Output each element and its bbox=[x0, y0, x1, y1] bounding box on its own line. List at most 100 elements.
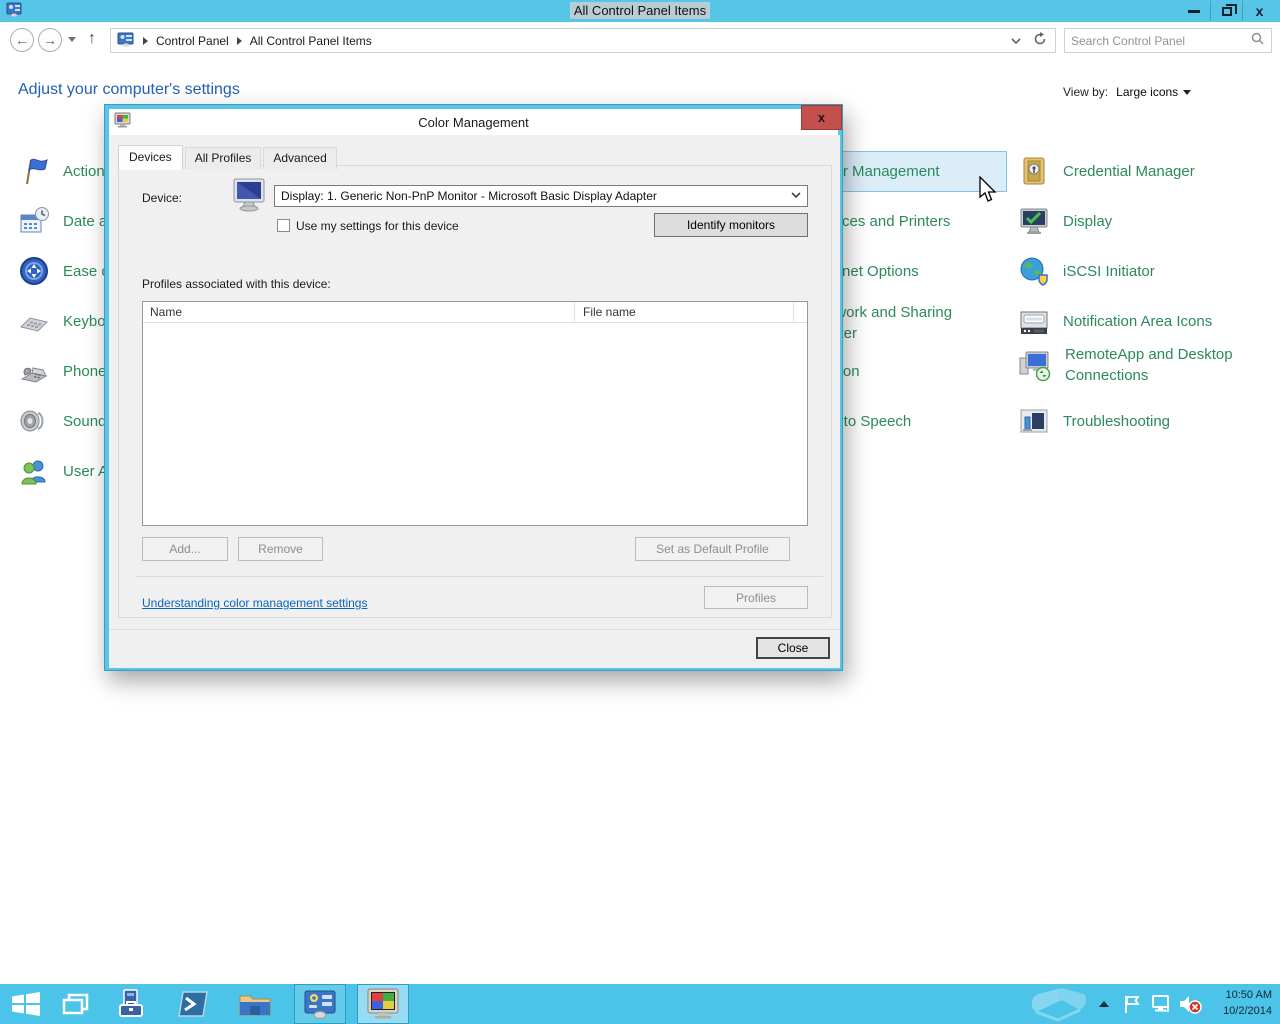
page-title: Adjust your computer's settings bbox=[18, 81, 240, 98]
view-by-label: View by: bbox=[1063, 85, 1109, 99]
tab-advanced[interactable]: Advanced bbox=[263, 147, 337, 169]
column-name[interactable]: Name bbox=[143, 302, 575, 322]
close-icon: x bbox=[817, 110, 826, 125]
windows-logo-icon bbox=[12, 992, 40, 1016]
recent-pages-dropdown[interactable] bbox=[68, 37, 76, 42]
search-box[interactable] bbox=[1064, 28, 1272, 53]
cp-item-label[interactable]: Notification Area Icons bbox=[1063, 313, 1212, 330]
use-my-settings-checkbox[interactable] bbox=[277, 219, 290, 232]
breadcrumb-separator-icon bbox=[236, 36, 242, 45]
speaker-icon bbox=[20, 410, 44, 432]
clock-date: 10/2/2014 bbox=[1223, 1005, 1272, 1017]
restore-button[interactable] bbox=[1210, 1, 1243, 21]
understanding-color-management-link[interactable]: Understanding color management settings bbox=[142, 596, 367, 610]
search-icon[interactable] bbox=[1251, 32, 1271, 50]
file-explorer-button[interactable] bbox=[234, 984, 276, 1024]
cp-item-label[interactable]: RemoteApp and Desktop Connections bbox=[1065, 344, 1236, 386]
identify-monitors-button[interactable]: Identify monitors bbox=[654, 213, 808, 237]
powershell-icon bbox=[178, 991, 208, 1017]
view-by-dropdown[interactable]: Large icons bbox=[1116, 85, 1192, 99]
cp-item-display[interactable]: Display bbox=[1018, 205, 1112, 237]
up-button[interactable]: ↑ bbox=[88, 30, 96, 48]
color-management-taskbar-button[interactable] bbox=[357, 984, 409, 1024]
breadcrumb-control-panel[interactable]: Control Panel bbox=[156, 34, 229, 48]
tab-all-profiles[interactable]: All Profiles bbox=[184, 147, 262, 169]
back-button[interactable]: ← bbox=[10, 28, 34, 52]
tray-expand-button[interactable] bbox=[1094, 984, 1114, 1024]
action-center-tray-icon[interactable] bbox=[1120, 984, 1144, 1024]
watermark-book-icon bbox=[1031, 988, 1087, 1022]
chevron-down-icon bbox=[1183, 89, 1192, 95]
desktop-button[interactable] bbox=[56, 984, 96, 1024]
refresh-icon[interactable] bbox=[1033, 32, 1047, 49]
dialog-title: Color Management bbox=[418, 114, 529, 130]
ease-of-access-icon bbox=[20, 257, 48, 285]
use-my-settings-label: Use my settings for this device bbox=[296, 219, 459, 233]
divider bbox=[135, 576, 823, 577]
clock-time: 10:50 AM bbox=[1225, 989, 1272, 1001]
remoteapp-icon bbox=[1019, 351, 1051, 382]
tray-speaker-muted-icon bbox=[1180, 996, 1202, 1014]
volume-tray-icon[interactable] bbox=[1176, 984, 1204, 1024]
cp-item-troubleshooting[interactable]: Troubleshooting bbox=[1018, 405, 1170, 437]
tray-clock[interactable]: 10:50 AM 10/2/2014 bbox=[1223, 987, 1272, 1019]
flag-icon bbox=[26, 158, 48, 185]
color-management-icon bbox=[114, 112, 131, 133]
device-select[interactable]: Display: 1. Generic Non-PnP Monitor - Mi… bbox=[274, 185, 808, 207]
previous-locations-icon[interactable] bbox=[1011, 34, 1021, 48]
monitor-icon bbox=[231, 177, 269, 218]
powershell-button[interactable] bbox=[172, 984, 214, 1024]
navigation-bar: ← → ↑ Control Panel All Control Panel It… bbox=[0, 22, 1280, 56]
phone-icon bbox=[20, 367, 48, 383]
cp-item-iscsi[interactable]: iSCSI Initiator bbox=[1018, 255, 1155, 287]
dialog-close-button[interactable]: x bbox=[801, 105, 842, 130]
search-input[interactable] bbox=[1065, 33, 1251, 48]
close-dialog-button[interactable]: Close bbox=[756, 637, 830, 659]
cp-item-credential-manager[interactable]: Credential Manager bbox=[1018, 155, 1195, 187]
minimize-button[interactable] bbox=[1177, 1, 1210, 21]
minimize-icon bbox=[1187, 9, 1200, 13]
remove-button[interactable]: Remove bbox=[238, 537, 323, 561]
profiles-list[interactable]: Name File name bbox=[142, 301, 808, 526]
chevron-up-icon bbox=[1099, 1001, 1109, 1007]
restore-icon bbox=[1221, 3, 1237, 16]
cp-item-label[interactable]: iSCSI Initiator bbox=[1063, 263, 1155, 280]
cp-item-label[interactable]: Display bbox=[1063, 213, 1112, 230]
breadcrumb-separator-icon bbox=[143, 36, 148, 45]
set-default-profile-button[interactable]: Set as Default Profile bbox=[635, 537, 790, 561]
cp-item-label[interactable]: Sound bbox=[63, 413, 106, 430]
cp-item-remoteapp[interactable]: RemoteApp and Desktop Connections bbox=[1018, 344, 1236, 386]
add-button[interactable]: Add... bbox=[142, 537, 228, 561]
window-title: All Control Panel Items bbox=[569, 2, 711, 19]
breadcrumb-location-icon bbox=[117, 32, 135, 50]
cp-item-label[interactable]: Credential Manager bbox=[1063, 163, 1195, 180]
cp-item-label[interactable]: Troubleshooting bbox=[1063, 413, 1170, 430]
folder-icon bbox=[239, 995, 271, 1016]
window-titlebar: All Control Panel Items x bbox=[0, 0, 1280, 22]
server-manager-icon bbox=[119, 989, 143, 1017]
breadcrumb[interactable]: Control Panel All Control Panel Items bbox=[110, 28, 1056, 53]
tray-network-icon bbox=[1152, 995, 1169, 1012]
color-management-taskbar-icon bbox=[367, 988, 399, 1019]
server-manager-button[interactable] bbox=[112, 984, 154, 1024]
cp-item-sound[interactable]: Sound bbox=[18, 405, 106, 437]
troubleshooting-icon bbox=[1020, 409, 1048, 433]
chevron-down-icon bbox=[791, 190, 801, 202]
column-file-name[interactable]: File name bbox=[575, 302, 794, 322]
breadcrumb-all-items[interactable]: All Control Panel Items bbox=[250, 34, 372, 48]
profiles-list-header: Name File name bbox=[143, 302, 807, 323]
device-label: Device: bbox=[142, 191, 183, 205]
iscsi-icon bbox=[1020, 257, 1048, 286]
profiles-button[interactable]: Profiles bbox=[704, 586, 808, 609]
tray-flag-icon bbox=[1125, 996, 1140, 1013]
start-button[interactable] bbox=[6, 984, 46, 1024]
calendar-clock-icon bbox=[20, 207, 49, 233]
dialog-body: Devices All Profiles Advanced Device: Di… bbox=[109, 135, 840, 668]
network-tray-icon[interactable] bbox=[1148, 984, 1174, 1024]
close-button[interactable]: x bbox=[1243, 1, 1276, 21]
window-stack-icon bbox=[62, 993, 89, 1015]
forward-button[interactable]: → bbox=[38, 28, 62, 52]
tab-devices[interactable]: Devices bbox=[118, 145, 183, 170]
control-panel-taskbar-button[interactable] bbox=[294, 984, 346, 1024]
cp-item-notification-area[interactable]: Notification Area Icons bbox=[1018, 305, 1212, 337]
